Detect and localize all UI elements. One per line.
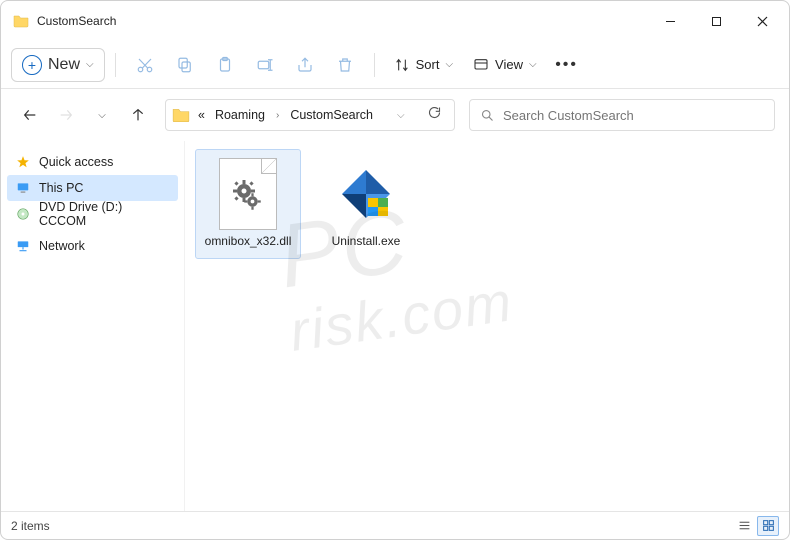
- sidebar-item-label: Quick access: [39, 155, 113, 169]
- sidebar-item-dvd-drive[interactable]: DVD Drive (D:) CCCOM: [7, 201, 178, 227]
- view-button[interactable]: View ⌵: [464, 48, 546, 82]
- chevron-down-icon[interactable]: ⌵: [397, 110, 405, 121]
- chevron-right-icon: ›: [273, 110, 282, 121]
- separator: [374, 53, 375, 77]
- exe-file-icon: [334, 156, 398, 232]
- body-area: Quick access This PC DVD Drive (D:) CCCO…: [1, 141, 789, 511]
- back-button[interactable]: [15, 100, 45, 130]
- sidebar-item-label: This PC: [39, 181, 83, 195]
- chevron-down-icon: ⌵: [445, 59, 453, 70]
- refresh-button[interactable]: [421, 105, 448, 125]
- window-title: CustomSearch: [37, 14, 116, 28]
- toolbar: + New ⌵ Sort ⌵ View: [1, 41, 789, 89]
- file-name: omnibox_x32.dll: [205, 234, 292, 248]
- rename-button[interactable]: [246, 48, 284, 82]
- chevron-down-icon: ⌵: [86, 59, 94, 70]
- title-bar: CustomSearch: [1, 1, 789, 41]
- sort-icon: [394, 57, 410, 73]
- folder-icon: [13, 13, 29, 29]
- file-item[interactable]: Uninstall.exe: [313, 149, 419, 259]
- dll-file-icon: [216, 156, 280, 232]
- sidebar-item-label: Network: [39, 239, 85, 253]
- close-button[interactable]: [739, 5, 785, 37]
- view-button-label: View: [495, 57, 523, 72]
- plus-icon: +: [22, 55, 42, 75]
- new-button[interactable]: + New ⌵: [11, 48, 105, 82]
- search-box[interactable]: [469, 99, 775, 131]
- pc-icon: [15, 180, 31, 196]
- up-button[interactable]: [123, 100, 153, 130]
- sort-button[interactable]: Sort ⌵: [385, 48, 462, 82]
- address-bar[interactable]: « Roaming › CustomSearch ⌵: [165, 99, 455, 131]
- new-button-label: New: [48, 56, 80, 74]
- network-icon: [15, 238, 31, 254]
- folder-icon: [172, 106, 190, 124]
- status-bar: 2 items: [1, 511, 789, 539]
- navigation-pane: Quick access This PC DVD Drive (D:) CCCO…: [1, 141, 185, 511]
- breadcrumb-current[interactable]: CustomSearch: [288, 106, 375, 124]
- share-button[interactable]: [286, 48, 324, 82]
- navigation-row: ⌵ « Roaming › CustomSearch ⌵: [1, 89, 789, 141]
- separator: [115, 53, 116, 77]
- sidebar-item-this-pc[interactable]: This PC: [7, 175, 178, 201]
- search-icon: [480, 108, 495, 123]
- more-button[interactable]: •••: [548, 48, 586, 82]
- search-input[interactable]: [503, 108, 764, 123]
- chevron-down-icon: ⌵: [529, 59, 537, 70]
- breadcrumb-parent[interactable]: Roaming: [213, 106, 267, 124]
- maximize-button[interactable]: [693, 5, 739, 37]
- item-count: 2 items: [11, 519, 50, 533]
- sort-button-label: Sort: [416, 57, 440, 72]
- delete-button[interactable]: [326, 48, 364, 82]
- file-explorer-window: CustomSearch + New ⌵: [0, 0, 790, 540]
- cut-button[interactable]: [126, 48, 164, 82]
- disc-icon: [15, 206, 31, 222]
- details-view-toggle[interactable]: [733, 516, 755, 536]
- star-icon: [15, 154, 31, 170]
- view-icon: [473, 57, 489, 73]
- sidebar-item-label: DVD Drive (D:) CCCOM: [39, 200, 170, 228]
- recent-locations-button[interactable]: ⌵: [87, 100, 117, 130]
- paste-button[interactable]: [206, 48, 244, 82]
- file-item[interactable]: omnibox_x32.dll: [195, 149, 301, 259]
- sidebar-item-quick-access[interactable]: Quick access: [7, 149, 178, 175]
- forward-button[interactable]: [51, 100, 81, 130]
- file-name: Uninstall.exe: [332, 234, 401, 248]
- minimize-button[interactable]: [647, 5, 693, 37]
- file-list[interactable]: omnibox_x32.dll: [185, 141, 789, 511]
- sidebar-item-network[interactable]: Network: [7, 233, 178, 259]
- icons-view-toggle[interactable]: [757, 516, 779, 536]
- copy-button[interactable]: [166, 48, 204, 82]
- breadcrumb-ellipsis[interactable]: «: [196, 106, 207, 124]
